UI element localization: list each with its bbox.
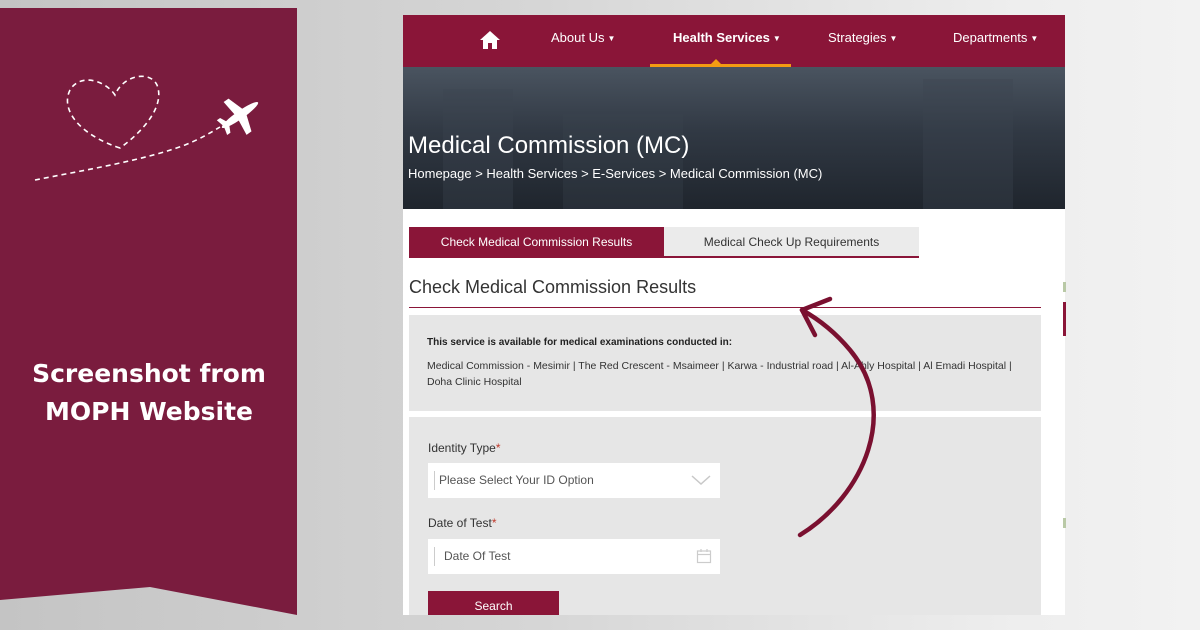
required-mark: * (491, 516, 497, 530)
tab-check-medical-commission-results[interactable]: Check Medical Commission Results (409, 227, 664, 258)
service-info-box: This service is available for medical ex… (409, 315, 1041, 411)
date-of-test-label: Date of Test* (428, 516, 497, 530)
caret-down-icon: ▼ (1030, 33, 1039, 43)
nav-item-label: Health Services (673, 30, 770, 45)
banner-caption: Screenshot from MOPH Website (0, 355, 298, 431)
identity-type-placeholder: Please Select Your ID Option (439, 473, 594, 487)
edge-mark (1063, 302, 1066, 336)
website-screenshot: About Us ▼ Health Services ▼ Strategies ▼ D… (403, 15, 1065, 615)
nav-item-strategies[interactable]: Strategies ▼ (828, 15, 897, 63)
breadcrumb[interactable]: Homepage > Health Services > E-Services … (408, 166, 822, 181)
section-divider (409, 307, 1041, 308)
date-of-test-placeholder: Date Of Test (444, 549, 511, 563)
banner-caption-line1: Screenshot from (32, 359, 266, 388)
banner-caption-line2: MOPH Website (45, 397, 253, 426)
chevron-down-icon (691, 475, 711, 486)
info-heading: This service is available for medical ex… (427, 337, 733, 348)
caret-down-icon: ▼ (607, 33, 616, 43)
search-button[interactable]: Search (428, 591, 559, 615)
nav-item-health-services[interactable]: Health Services ▼ (673, 15, 781, 63)
field-cursor-bar (434, 547, 435, 566)
curved-arrow-icon (797, 296, 876, 538)
identity-type-label-text: Identity Type (428, 441, 496, 455)
section-title: Check Medical Commission Results (409, 277, 697, 297)
calendar-icon[interactable] (696, 548, 712, 564)
nav-item-label: Departments (953, 30, 1028, 45)
caret-down-icon: ▼ (772, 33, 781, 43)
required-mark: * (495, 441, 501, 455)
caret-down-icon: ▼ (889, 33, 898, 43)
page-title: Medical Commission (MC) (408, 132, 690, 159)
field-cursor-bar (434, 471, 435, 490)
date-of-test-input[interactable]: Date Of Test (428, 539, 720, 574)
left-banner: Screenshot from MOPH Website (0, 0, 300, 630)
home-icon[interactable] (479, 29, 501, 51)
info-locations: Medical Commission - Mesimir | The Red C… (427, 360, 1012, 388)
results-search-form: Identity Type* Please Select Your ID Opt… (409, 417, 1041, 615)
page-hero-banner: Medical Commission (MC) Homepage > Healt… (403, 67, 1065, 209)
hero-building (923, 79, 1013, 209)
nav-item-about-us[interactable]: About Us ▼ (551, 15, 615, 63)
edge-mark (1063, 518, 1066, 528)
identity-type-select[interactable]: Please Select Your ID Option (428, 463, 720, 498)
heart-airplane-doodle-icon (34, 75, 259, 181)
hero-building (563, 114, 683, 209)
nav-item-label: About Us (551, 30, 605, 45)
tab-medical-check-up-requirements[interactable]: Medical Check Up Requirements (664, 227, 919, 258)
nav-item-departments[interactable]: Departments ▼ (953, 15, 1038, 63)
nav-item-label: Strategies (828, 30, 887, 45)
edge-mark (1063, 282, 1066, 292)
identity-type-label: Identity Type* (428, 441, 501, 455)
top-navigation: About Us ▼ Health Services ▼ Strategies ▼ D… (403, 15, 1065, 67)
date-of-test-label-text: Date of Test (428, 516, 492, 530)
